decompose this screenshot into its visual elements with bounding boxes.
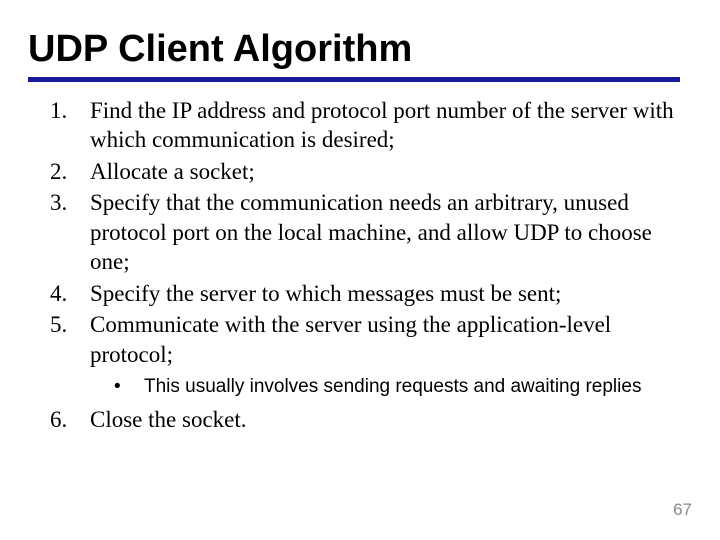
list-item: Specify that the communication needs an … bbox=[90, 188, 680, 276]
slide-title: UDP Client Algorithm bbox=[28, 28, 680, 71]
page-number: 67 bbox=[673, 500, 692, 520]
step-text: Specify the server to which messages mus… bbox=[90, 281, 561, 306]
list-item: Specify the server to which messages mus… bbox=[90, 279, 680, 308]
list-item: Find the IP address and protocol port nu… bbox=[90, 96, 680, 155]
sub-list: This usually involves sending requests a… bbox=[90, 375, 680, 399]
list-item: Allocate a socket; bbox=[90, 157, 680, 186]
step-text: Communicate with the server using the ap… bbox=[90, 312, 611, 366]
list-item: Communicate with the server using the ap… bbox=[90, 310, 680, 399]
list-item: Close the socket. bbox=[90, 405, 680, 434]
sub-step-text: This usually involves sending requests a… bbox=[144, 376, 641, 397]
title-underline bbox=[28, 77, 680, 82]
step-text: Close the socket. bbox=[90, 407, 247, 432]
step-text: Find the IP address and protocol port nu… bbox=[90, 98, 674, 152]
algorithm-list: Find the IP address and protocol port nu… bbox=[28, 96, 680, 435]
slide: UDP Client Algorithm Find the IP address… bbox=[0, 0, 720, 540]
step-text: Allocate a socket; bbox=[90, 159, 255, 184]
step-text: Specify that the communication needs an … bbox=[90, 190, 652, 274]
sub-list-item: This usually involves sending requests a… bbox=[114, 375, 680, 399]
